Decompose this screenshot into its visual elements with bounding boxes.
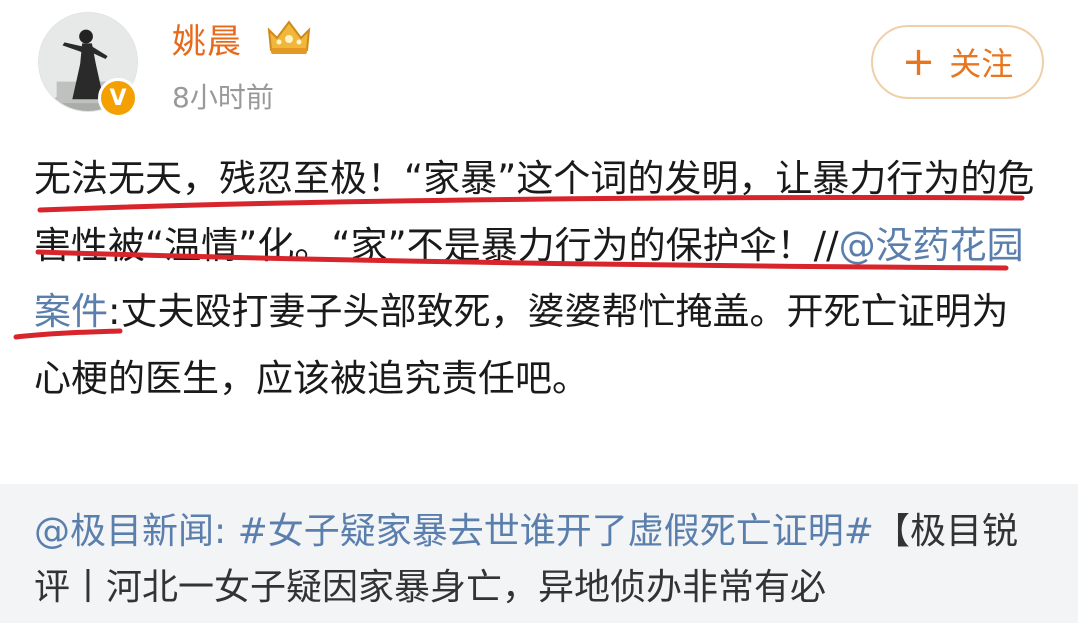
- follow-button-label: 关注: [949, 45, 1014, 83]
- repost-hashtag-link[interactable]: #女子疑家暴去世谁开了虚假死亡证明#: [238, 511, 874, 552]
- username[interactable]: 姚晨: [172, 14, 242, 63]
- follow-button[interactable]: + 关注: [871, 25, 1044, 99]
- post-text-part-2: :丈夫殴打妻子头部致死，婆婆帮忙掩盖。开死亡证明为心梗的医生，应该被追究责任吧。: [34, 290, 1009, 400]
- crown-icon[interactable]: [263, 16, 315, 58]
- post-time: 8小时前: [172, 81, 274, 114]
- repost-mention-link[interactable]: @极目新闻:: [34, 511, 226, 552]
- plus-icon: +: [901, 39, 936, 85]
- repost-card[interactable]: @极目新闻: #女子疑家暴去世谁开了虚假死亡证明#【极目锐评丨河北一女子疑因家暴…: [0, 484, 1078, 623]
- verified-badge-icon: V: [98, 78, 138, 118]
- repost-text: @极目新闻: #女子疑家暴去世谁开了虚假死亡证明#【极目锐评丨河北一女子疑因家暴…: [34, 504, 1044, 616]
- post-text: 无法无天，残忍至极！“家暴”这个词的发明，让暴力行为的危害性被“温情”化。“家”…: [34, 146, 1044, 412]
